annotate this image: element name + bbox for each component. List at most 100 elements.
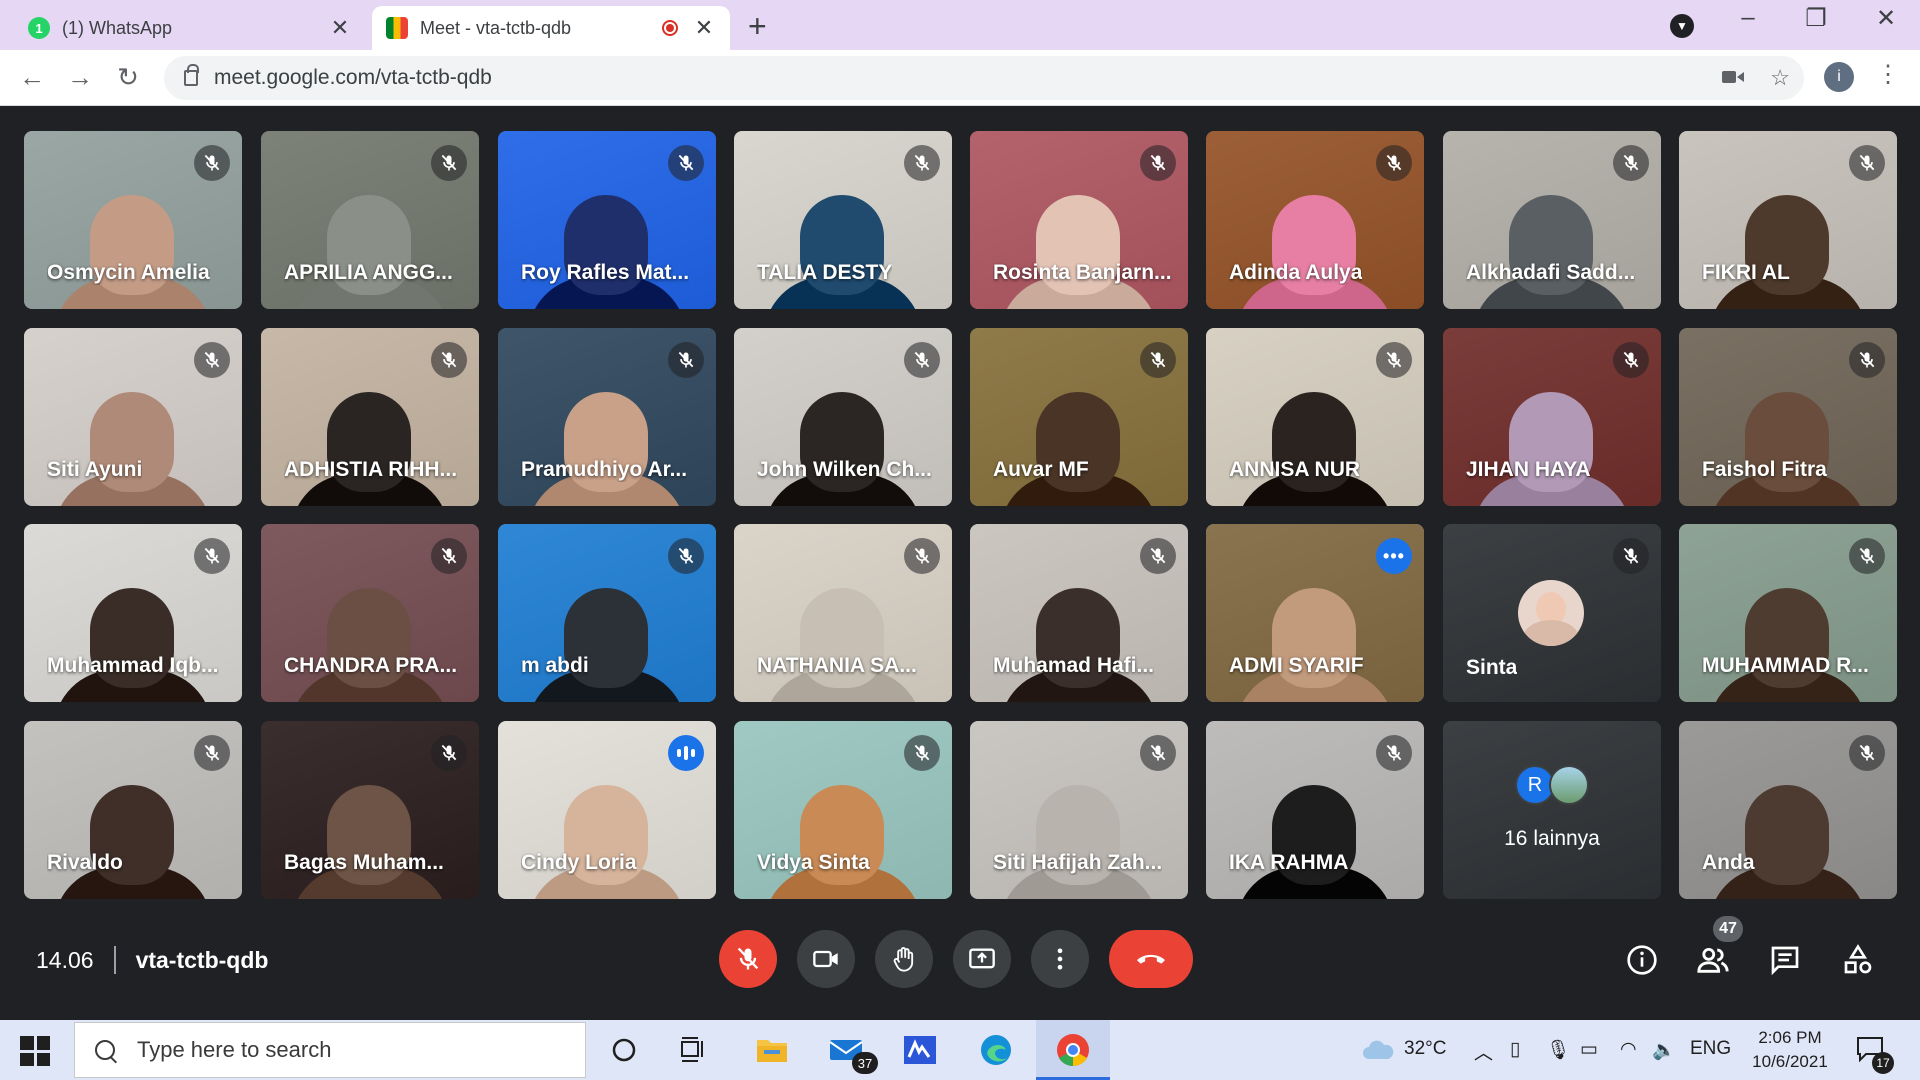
- microphone-toggle-button[interactable]: [719, 930, 777, 988]
- participant-tile[interactable]: Vidya Sinta: [734, 721, 952, 899]
- url-bar[interactable]: meet.google.com/vta-tctb-qdb ☆: [164, 56, 1804, 100]
- participant-tile[interactable]: Rosinta Banjarn...: [970, 131, 1188, 309]
- participant-count-badge: 47: [1713, 916, 1743, 942]
- lock-icon: [184, 64, 199, 86]
- present-screen-button[interactable]: [953, 930, 1011, 988]
- participant-tile[interactable]: IKA RAHMA: [1206, 721, 1424, 899]
- weather-temperature[interactable]: 32°C: [1404, 1038, 1446, 1060]
- mic-off-icon: [431, 342, 467, 378]
- participant-tile[interactable]: Muhammad Iqb...: [24, 524, 242, 702]
- cortana-icon[interactable]: [606, 1032, 642, 1068]
- participant-tile[interactable]: CHANDRA PRA...: [261, 524, 479, 702]
- taskbar-search-input[interactable]: Type here to search: [74, 1022, 586, 1078]
- participant-tile[interactable]: MUHAMMAD R...: [1679, 524, 1897, 702]
- raise-hand-button[interactable]: [875, 930, 933, 988]
- participant-tile[interactable]: Siti Hafijah Zah...: [970, 721, 1188, 899]
- participant-tile[interactable]: ANNISA NUR: [1206, 328, 1424, 506]
- participant-tile[interactable]: John Wilken Ch...: [734, 328, 952, 506]
- camera-icon[interactable]: [1722, 65, 1745, 91]
- participant-tile[interactable]: JIHAN HAYA: [1443, 328, 1661, 506]
- participant-tile[interactable]: Sinta: [1443, 524, 1661, 702]
- divider: [113, 946, 116, 974]
- camera-toggle-button[interactable]: [797, 930, 855, 988]
- meeting-code[interactable]: vta-tctb-qdb: [136, 947, 269, 974]
- close-icon[interactable]: ✕: [328, 15, 352, 41]
- participant-tile[interactable]: NATHANIA SA...: [734, 524, 952, 702]
- mic-off-icon: [668, 342, 704, 378]
- participant-tile[interactable]: Roy Rafles Mat...: [498, 131, 716, 309]
- participants-button[interactable]: [1693, 940, 1733, 980]
- participant-tile[interactable]: Pramudhiyo Ar...: [498, 328, 716, 506]
- browser-menu-icon[interactable]: ⋮: [1876, 60, 1900, 89]
- mic-off-icon: [904, 735, 940, 771]
- notification-count-badge: 17: [1872, 1052, 1894, 1074]
- microphone-icon[interactable]: 🎙: [1546, 1038, 1570, 1062]
- participant-tile[interactable]: m abdi: [498, 524, 716, 702]
- battery-icon[interactable]: ▭: [1580, 1038, 1598, 1061]
- mail-count-badge: 37: [852, 1052, 878, 1074]
- leave-call-button[interactable]: [1109, 930, 1193, 988]
- participant-tile[interactable]: Cindy Loria: [498, 721, 716, 899]
- windows-start-icon[interactable]: [20, 1036, 50, 1066]
- chat-button[interactable]: [1765, 940, 1805, 980]
- device-icon[interactable]: ▯: [1510, 1038, 1520, 1061]
- participant-name: ADMI SYARIF: [1229, 654, 1364, 677]
- chrome-icon[interactable]: [1055, 1032, 1091, 1068]
- participant-tile[interactable]: APRILIA ANGG...: [261, 131, 479, 309]
- chevron-up-icon[interactable]: ︿: [1474, 1038, 1493, 1065]
- close-icon[interactable]: ✕: [692, 15, 716, 41]
- minimize-button[interactable]: –: [1728, 4, 1768, 32]
- participant-name: FIKRI AL: [1702, 261, 1790, 284]
- tab-whatsapp[interactable]: 1 (1) WhatsApp ✕: [14, 6, 366, 50]
- mic-off-icon: [194, 145, 230, 181]
- more-options-button[interactable]: [1031, 930, 1089, 988]
- participant-tile[interactable]: Muhamad Hafi...: [970, 524, 1188, 702]
- forward-button[interactable]: →: [64, 62, 96, 93]
- bookmark-star-icon[interactable]: ☆: [1770, 65, 1790, 91]
- clock[interactable]: 2:06 PM 10/6/2021: [1740, 1026, 1840, 1074]
- participant-tile[interactable]: Faishol Fitra: [1679, 328, 1897, 506]
- participant-name: JIHAN HAYA: [1466, 458, 1591, 481]
- volume-icon[interactable]: 🔈: [1652, 1038, 1676, 1062]
- info-icon: [1627, 945, 1657, 975]
- participant-tile[interactable]: Anda: [1679, 721, 1897, 899]
- participant-tile[interactable]: ADHISTIA RIHH...: [261, 328, 479, 506]
- profile-avatar[interactable]: i: [1824, 62, 1854, 92]
- participant-tile[interactable]: Adinda Aulya: [1206, 131, 1424, 309]
- participant-tile[interactable]: Osmycin Amelia: [24, 131, 242, 309]
- reload-button[interactable]: ↻: [112, 62, 144, 93]
- participant-tile[interactable]: Alkhadafi Sadd...: [1443, 131, 1661, 309]
- tab-search-icon[interactable]: ▼: [1670, 14, 1694, 38]
- participant-tile[interactable]: ADMI SYARIF •••: [1206, 524, 1424, 702]
- file-explorer-icon[interactable]: [754, 1032, 790, 1068]
- meeting-details-button[interactable]: [1622, 940, 1662, 980]
- participant-tile[interactable]: TALIA DESTY: [734, 131, 952, 309]
- present-icon: [969, 948, 995, 969]
- participant-tile[interactable]: Rivaldo: [24, 721, 242, 899]
- avatar: [1549, 765, 1589, 805]
- restore-button[interactable]: ❐: [1796, 4, 1836, 33]
- edge-browser-icon[interactable]: [978, 1032, 1014, 1068]
- others-avatars: R: [1443, 765, 1661, 805]
- tab-meet[interactable]: Meet - vta-tctb-qdb ✕: [372, 6, 730, 50]
- activities-button[interactable]: [1838, 940, 1878, 980]
- more-horiz-icon[interactable]: •••: [1376, 538, 1412, 574]
- participant-tile[interactable]: FIKRI AL: [1679, 131, 1897, 309]
- participant-name: Cindy Loria: [521, 851, 637, 874]
- back-button[interactable]: ←: [16, 62, 48, 93]
- hand-icon: [893, 947, 914, 972]
- participant-tile[interactable]: R 16 lainnya: [1443, 721, 1661, 899]
- weather-cloud-icon[interactable]: [1360, 1032, 1396, 1068]
- participant-name: Osmycin Amelia: [47, 261, 210, 284]
- mic-off-icon: [1376, 145, 1412, 181]
- language-indicator[interactable]: ENG: [1690, 1038, 1731, 1060]
- close-window-button[interactable]: ✕: [1866, 4, 1906, 33]
- participant-tile[interactable]: Bagas Muham...: [261, 721, 479, 899]
- chat-icon: [1771, 946, 1799, 976]
- new-tab-button[interactable]: +: [748, 8, 767, 45]
- task-view-icon[interactable]: [676, 1032, 712, 1068]
- visual-studio-code-icon[interactable]: [902, 1032, 938, 1068]
- participant-tile[interactable]: Auvar MF: [970, 328, 1188, 506]
- participant-tile[interactable]: Siti Ayuni: [24, 328, 242, 506]
- wifi-icon[interactable]: ◠: [1620, 1038, 1637, 1061]
